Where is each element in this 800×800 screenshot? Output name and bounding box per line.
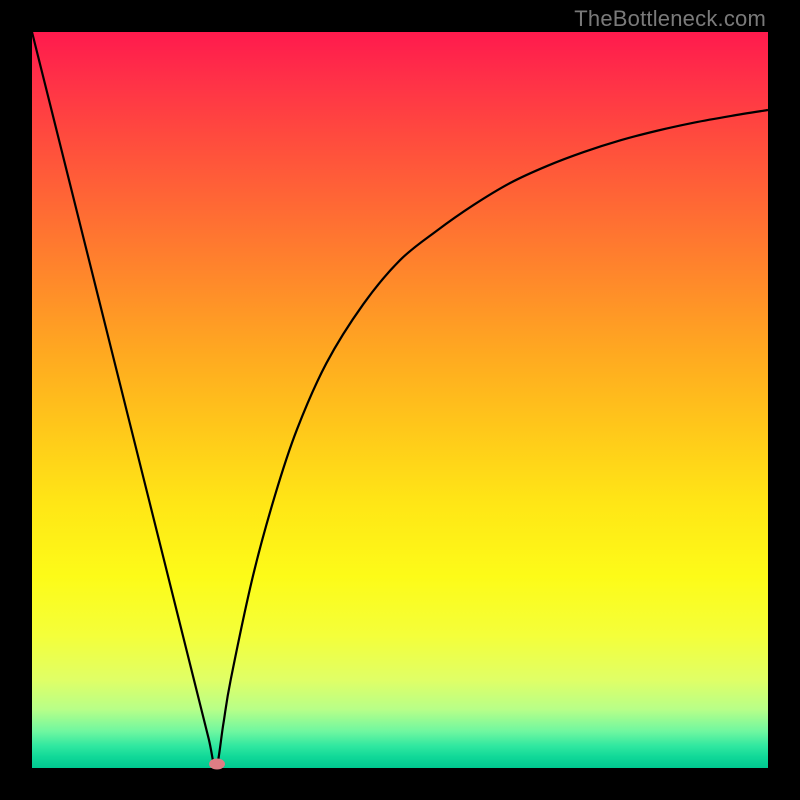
plot-area xyxy=(32,32,768,768)
curve-path xyxy=(32,32,768,768)
bottleneck-curve xyxy=(32,32,768,768)
chart-frame: TheBottleneck.com xyxy=(0,0,800,800)
minimum-marker xyxy=(209,759,225,770)
watermark-text: TheBottleneck.com xyxy=(574,6,766,32)
